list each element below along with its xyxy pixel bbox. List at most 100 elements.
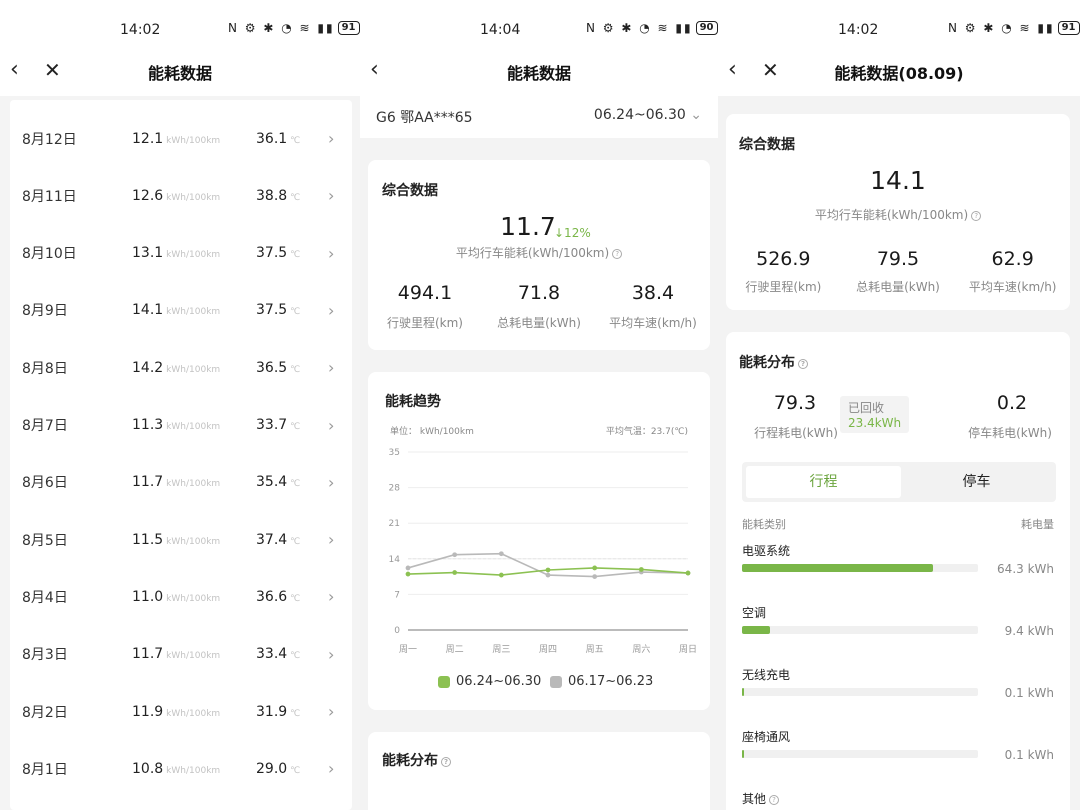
x-tick-label: 周二 <box>446 644 464 655</box>
date-range-dropdown[interactable]: 06.24~06.30 ⌄ <box>594 107 702 123</box>
day-date: 8月9日 <box>22 303 68 320</box>
data-point <box>498 551 504 557</box>
chevron-down-icon: ⌄ <box>690 107 702 123</box>
day-row[interactable]: 8月12日 12.1 kWh/100km 36.1 ℃ › <box>10 110 352 167</box>
day-row[interactable]: 8月9日 14.1 kWh/100km 37.5 ℃ › <box>10 282 352 339</box>
data-point <box>452 570 458 575</box>
daily-list-screen: 14:02 N ⚙ ✱ ◔ ≋ ▮▮ 91 ‹ ✕ 能耗数据 8月12日 12.1… <box>0 0 360 810</box>
legend-label: 06.24~06.30 <box>456 674 542 689</box>
status-time: 14:02 <box>120 22 161 38</box>
distribution-card: 能耗分布? 79.3 行程耗电(kWh) 已回收 23.4kWh 0.2 停车耗… <box>726 332 1070 810</box>
consumption-unit: kWh/100km <box>166 135 221 146</box>
day-temperature: 36.1 ℃ <box>256 130 301 147</box>
consumption-unit: kWh/100km <box>166 651 221 662</box>
help-icon[interactable]: ? <box>441 757 451 767</box>
day-consumption: 14.1 kWh/100km <box>132 302 221 319</box>
stat-label: 总耗电量(kWh) <box>497 316 581 330</box>
tab-park[interactable]: 停车 <box>899 466 1054 498</box>
day-temperature: 33.4 ℃ <box>256 646 301 663</box>
data-point <box>592 574 598 579</box>
legend-item: 06.17~06.23 <box>550 674 653 689</box>
data-point <box>545 572 551 578</box>
help-icon[interactable]: ? <box>798 359 808 369</box>
chevron-right-icon: › <box>328 472 335 492</box>
day-date: 8月1日 <box>22 761 68 778</box>
usage-column-header: 耗电量 <box>1021 518 1054 531</box>
chevron-right-icon: › <box>328 129 335 148</box>
day-date: 8月3日 <box>22 647 68 664</box>
park-consumption-label: 停车耗电(kWh) <box>968 426 1052 440</box>
day-consumption: 11.3 kWh/100km <box>132 417 221 433</box>
y-tick-label: 14 <box>389 555 401 565</box>
temperature-unit: ℃ <box>290 364 301 375</box>
day-row[interactable]: 8月6日 11.7 kWh/100km 35.4 ℃ › <box>10 454 352 511</box>
status-time: 14:02 <box>838 22 879 38</box>
battery-icon: 91 <box>337 21 360 35</box>
temperature-unit: ℃ <box>290 536 301 547</box>
x-tick-label: 周三 <box>492 644 510 655</box>
nav-bar: ‹ ✕ 能耗数据 <box>0 54 360 96</box>
stat-value: 62.9 <box>991 248 1034 270</box>
temperature-unit: ℃ <box>290 651 301 662</box>
day-consumption: 10.8 kWh/100km <box>132 760 221 777</box>
day-consumption: 11.9 kWh/100km <box>132 703 221 720</box>
help-icon[interactable]: ? <box>612 249 623 259</box>
consumption-unit: kWh/100km <box>166 250 221 261</box>
legend-item: 06.24~06.30 <box>438 674 541 689</box>
chevron-right-icon: › <box>328 358 335 378</box>
daily-energy-list: 8月12日 12.1 kWh/100km 36.1 ℃ › 8月11日 12.6 kWh/100… <box>10 100 352 810</box>
day-date: 8月4日 <box>22 589 68 606</box>
recovered-badge: 已回收 23.4kWh <box>840 396 910 433</box>
trend-card: 能耗趋势 单位： kWh/100km 平均气温：23.7(℃) 35 28 21 14… <box>368 372 710 710</box>
chevron-right-icon: › <box>328 243 335 263</box>
temperature-unit: ℃ <box>290 192 301 203</box>
trend-line-chart: 35 28 21 14 7 0 周一 周二 周三 周四 周五 周六 周日 <box>389 448 697 655</box>
consumption-unit: kWh/100km <box>166 708 221 719</box>
day-row[interactable]: 8月7日 11.3 kWh/100km 33.7 ℃ › <box>10 397 352 454</box>
day-row[interactable]: 8月10日 13.1 kWh/100km 37.5 ℃ › <box>10 225 352 282</box>
day-date: 8月2日 <box>22 704 68 721</box>
day-row[interactable]: 8月4日 11.0 kWh/100km 36.6 ℃ › <box>10 568 352 625</box>
day-row[interactable]: 8月5日 11.5 kWh/100km 37.4 ℃ › <box>10 511 352 568</box>
chevron-right-icon: › <box>328 759 335 779</box>
tab-trip[interactable]: 行程 <box>746 466 901 498</box>
vehicle-selector-bar: G6 鄂AA***65 06.24~06.30 ⌄ <box>360 96 718 138</box>
page-title: 能耗数据 <box>506 64 571 83</box>
day-date: 8月12日 <box>22 131 77 148</box>
legend-label: 06.17~06.23 <box>568 674 654 689</box>
day-date: 8月6日 <box>22 475 68 492</box>
temperature-unit: ℃ <box>290 422 301 432</box>
day-temperature: 35.4 ℃ <box>256 474 301 491</box>
distribution-title: 能耗分布? <box>382 750 451 770</box>
dist-bar-track <box>742 626 978 634</box>
day-row[interactable]: 8月8日 14.2 kWh/100km 36.5 ℃ › <box>10 339 352 396</box>
status-icons: N ⚙ ✱ ◔ ≋ ▮▮ 91 <box>228 21 360 35</box>
status-bar: 14:02 N ⚙ ✱ ◔ ≋ ▮▮ 91 <box>0 0 360 54</box>
day-row[interactable]: 8月2日 11.9 kWh/100km 31.9 ℃ › <box>10 683 352 740</box>
day-row[interactable]: 8月11日 12.6 kWh/100km 38.8 ℃ › <box>10 167 352 224</box>
legend-swatch <box>550 675 562 688</box>
dist-item-other: 其他? <box>742 790 780 807</box>
y-tick-label: 7 <box>394 590 400 600</box>
status-icons: N ⚙ ✱ ◔ ≋ ▮▮ 90 <box>586 21 718 35</box>
day-row[interactable]: 8月3日 11.7 kWh/100km 33.4 ℃ › <box>10 626 352 683</box>
stat-value: 38.4 <box>631 282 675 304</box>
drive-consumption-label: 行程耗电(kWh) <box>754 426 838 440</box>
data-point <box>405 565 411 571</box>
day-temperature: 36.5 ℃ <box>256 359 301 376</box>
dist-item-value: 9.4 kWh <box>1004 624 1054 638</box>
day-row[interactable]: 8月1日 10.8 kWh/100km 29.0 ℃ › <box>10 740 352 797</box>
nav-bar: ‹ 能耗数据 <box>360 54 718 96</box>
help-icon[interactable]: ? <box>971 211 982 221</box>
dist-bar-fill <box>742 750 744 758</box>
y-tick-label: 35 <box>389 448 400 458</box>
summary-card: 综合数据 14.1 平均行车能耗(kWh/100km)? 526.9 行驶里程(k… <box>726 114 1070 310</box>
chevron-right-icon: › <box>328 530 335 550</box>
help-icon[interactable]: ? <box>769 795 780 805</box>
dist-item-value: 0.1 kWh <box>1004 686 1054 700</box>
temperature-unit: ℃ <box>290 765 301 776</box>
data-point <box>545 567 551 573</box>
stat-value: 526.9 <box>756 248 811 270</box>
dist-item-name: 电驱系统 <box>742 544 791 558</box>
dist-item-name: 座椅通风 <box>742 730 791 744</box>
